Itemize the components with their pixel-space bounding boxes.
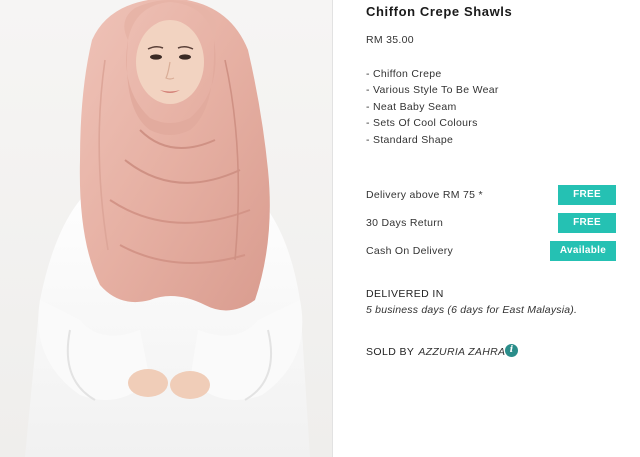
product-image[interactable] xyxy=(0,0,333,457)
feature-item: - Sets Of Cool Colours xyxy=(366,117,478,130)
seller-name[interactable]: AZZURIA ZAHRA xyxy=(418,346,505,358)
service-label: 30 Days Return xyxy=(366,217,444,229)
feature-item: - Various Style To Be Wear xyxy=(366,84,499,97)
service-label: Cash On Delivery xyxy=(366,245,454,257)
cod-available-badge: Available xyxy=(550,241,616,261)
feature-list: - Chiffon Crepe - Various Style To Be We… xyxy=(366,66,499,148)
service-label: Delivery above RM 75 * xyxy=(366,189,483,201)
seller-info: SOLD BY AZZURIA ZAHRA xyxy=(366,345,505,359)
sold-by-label: SOLD BY xyxy=(366,346,415,358)
model-wearing-shawl-illustration xyxy=(0,0,332,457)
feature-item: - Chiffon Crepe xyxy=(366,68,442,80)
feature-item: - Neat Baby Seam xyxy=(366,100,457,113)
service-row-delivery: Delivery above RM 75 * FREE xyxy=(366,185,616,205)
delivery-estimate: 5 business days (6 days for East Malaysi… xyxy=(366,304,578,316)
free-delivery-badge: FREE xyxy=(558,185,616,205)
product-price: RM 35.00 xyxy=(366,34,414,46)
delivery-heading: DELIVERED IN xyxy=(366,288,444,300)
free-return-badge: FREE xyxy=(558,213,616,233)
info-icon[interactable]: i xyxy=(505,344,518,357)
service-row-return: 30 Days Return FREE xyxy=(366,213,616,233)
service-row-cod: Cash On Delivery Available xyxy=(366,241,616,261)
feature-item: - Standard Shape xyxy=(366,133,454,146)
product-title: Chiffon Crepe Shawls xyxy=(366,4,513,19)
